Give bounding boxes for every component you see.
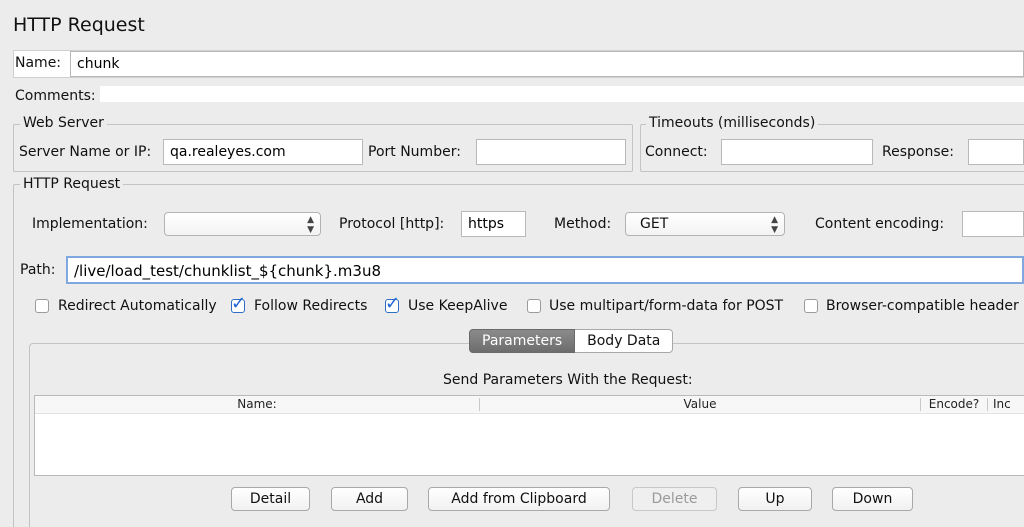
comments-label: Comments: (15, 88, 96, 104)
content-encoding-field[interactable] (962, 211, 1024, 237)
port-number-label: Port Number: (368, 144, 461, 160)
http-request-panel: HTTP Request Name: chunk Comments: Web S… (0, 0, 1024, 527)
use-keepalive-checkbox[interactable]: ✓ (385, 293, 400, 314)
parameters-caption: Send Parameters With the Request: (443, 372, 693, 388)
checkmark-icon: ✓ (231, 293, 247, 314)
up-button[interactable]: Up (738, 487, 812, 511)
select-arrows-icon: ▲ ▼ (307, 215, 314, 235)
protocol-label: Protocol [http]: (339, 216, 445, 232)
port-number-field[interactable] (476, 139, 626, 165)
column-header-include[interactable]: Inc (993, 397, 1024, 412)
method-select[interactable]: GET ▲ ▼ (625, 212, 785, 236)
timeouts-group-title: Timeouts (milliseconds) (646, 115, 819, 131)
content-encoding-label: Content encoding: (815, 216, 945, 232)
path-field[interactable]: /live/load_test/chunklist_${chunk}.m3u8 (66, 256, 1024, 284)
redirect-automatically-label: Redirect Automatically (58, 298, 217, 314)
column-divider (987, 398, 988, 411)
implementation-select[interactable]: ▲ ▼ (164, 212, 321, 236)
browser-compatible-header-checkbox[interactable] (804, 299, 818, 313)
use-multipart-label: Use multipart/form-data for POST (549, 298, 784, 314)
add-button[interactable]: Add (331, 487, 408, 511)
method-value: GET (640, 216, 669, 232)
column-header-value[interactable]: Value (480, 397, 920, 412)
parameters-table-header: Name: Value Encode? Inc (35, 396, 1024, 414)
server-name-field[interactable]: qa.realeyes.com (163, 139, 363, 165)
tab-bar: Parameters Body Data (469, 329, 674, 353)
column-header-encode[interactable]: Encode? (921, 397, 987, 412)
parameters-table[interactable]: Name: Value Encode? Inc (34, 395, 1024, 476)
http-request-group-title: HTTP Request (20, 176, 124, 192)
comments-field[interactable] (100, 86, 1024, 102)
protocol-field[interactable]: https (461, 211, 526, 237)
name-label: Name: (15, 55, 62, 71)
path-label: Path: (20, 262, 56, 278)
delete-button: Delete (632, 487, 717, 511)
name-field[interactable]: chunk (70, 51, 1024, 77)
response-label: Response: (882, 144, 954, 160)
column-header-name[interactable]: Name: (35, 397, 479, 412)
follow-redirects-label: Follow Redirects (254, 298, 368, 314)
use-keepalive-label: Use KeepAlive (408, 298, 508, 314)
panel-title: HTTP Request (13, 14, 145, 36)
tab-body-data[interactable]: Body Data (575, 329, 674, 353)
response-field[interactable] (968, 139, 1024, 165)
detail-button[interactable]: Detail (231, 487, 310, 511)
follow-redirects-checkbox[interactable]: ✓ (231, 293, 246, 314)
redirect-automatically-checkbox[interactable] (35, 299, 49, 313)
server-name-label: Server Name or IP: (19, 144, 152, 160)
add-from-clipboard-button[interactable]: Add from Clipboard (428, 487, 610, 511)
down-button[interactable]: Down (832, 487, 913, 511)
implementation-label: Implementation: (32, 216, 148, 232)
connect-label: Connect: (645, 144, 708, 160)
use-multipart-checkbox[interactable] (527, 299, 541, 313)
checkmark-icon: ✓ (385, 293, 401, 314)
connect-field[interactable] (721, 139, 873, 165)
tab-parameters[interactable]: Parameters (469, 329, 576, 353)
web-server-group-title: Web Server (20, 115, 107, 131)
select-arrows-icon: ▲ ▼ (771, 215, 778, 235)
method-label: Method: (554, 216, 612, 232)
browser-compatible-header-label: Browser-compatible header (826, 298, 1019, 314)
